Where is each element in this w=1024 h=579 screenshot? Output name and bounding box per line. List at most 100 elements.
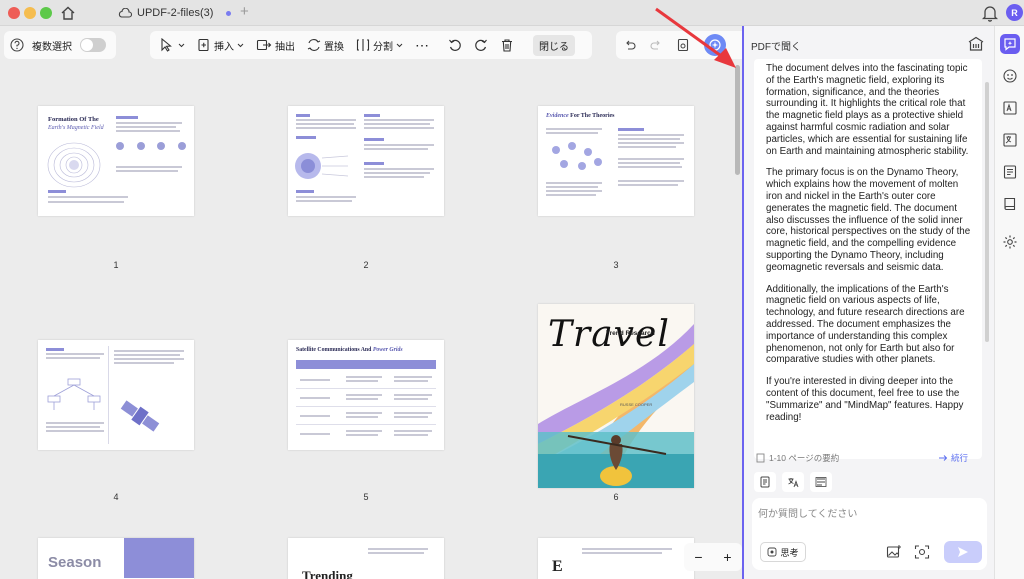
chevron-down-icon [237, 43, 244, 47]
extract-icon [256, 39, 272, 51]
explain-icon[interactable] [810, 472, 832, 492]
summarize-icon[interactable] [754, 472, 776, 492]
zoom-in-button[interactable]: + [723, 549, 731, 565]
page-settings-icon[interactable] [676, 38, 690, 52]
section-bar [296, 114, 310, 117]
page-thumbnail-7[interactable]: Season [38, 538, 194, 579]
unsaved-dot [226, 10, 232, 16]
page-thumbnail-8[interactable]: Trending [288, 538, 444, 579]
new-tab-button[interactable]: + [240, 3, 249, 20]
extract-button[interactable]: 抽出 [253, 38, 298, 53]
replace-label: 置換 [324, 41, 344, 53]
page-thumbnail-5[interactable]: Satellite Communications And Power Grids [288, 340, 444, 450]
text-line [618, 142, 684, 144]
page-thumbnail-9[interactable]: E [538, 538, 694, 579]
text-line [546, 182, 602, 184]
minimize-window-button[interactable] [24, 7, 36, 19]
rotate-right-icon[interactable] [471, 38, 491, 52]
page-8-title: Trending [302, 568, 353, 579]
text-line [364, 172, 430, 174]
think-mode-button[interactable]: 思考 [760, 542, 806, 562]
section-bar [48, 190, 66, 193]
help-icon[interactable] [10, 38, 24, 52]
table-row [296, 426, 436, 443]
section-bar [618, 128, 644, 131]
zoom-out-button[interactable]: − [694, 549, 702, 565]
redo-icon[interactable] [650, 39, 662, 51]
page-thumbnail-4[interactable] [38, 340, 194, 450]
maximize-window-button[interactable] [40, 7, 52, 19]
library-icon[interactable] [967, 35, 985, 53]
cursor-icon [161, 38, 172, 52]
page-thumbnail-2[interactable] [288, 106, 444, 216]
text-line [114, 350, 184, 352]
ai-chat-icon[interactable] [1000, 34, 1020, 54]
text-line [546, 194, 596, 196]
rotate-left-icon[interactable] [445, 38, 465, 52]
page-thumbnail-3[interactable]: Evidence For The Theories [538, 106, 694, 216]
text-line [296, 200, 352, 202]
close-window-button[interactable] [8, 7, 20, 19]
text-line [116, 122, 182, 124]
text-line [618, 146, 676, 148]
page-thumbnails-area: Formation Of The Earth's Magnetic Field … [0, 64, 732, 579]
thumbnails-scrollbar[interactable] [735, 65, 740, 175]
bell-icon[interactable] [982, 4, 998, 22]
home-icon[interactable] [58, 3, 78, 23]
text-line [618, 138, 680, 140]
text-line [546, 190, 602, 192]
table-header [296, 360, 436, 369]
select-tool-button[interactable] [156, 38, 188, 52]
text-line [546, 128, 602, 130]
summary-label-group: 1-10 ページの要約 [756, 451, 839, 465]
multi-select-toggle[interactable] [80, 38, 106, 52]
section-bar [296, 190, 314, 193]
table-row [296, 408, 436, 425]
trash-icon[interactable] [497, 38, 517, 52]
book-icon[interactable] [1000, 194, 1020, 214]
bot-icon[interactable] [1000, 66, 1020, 86]
text-line [114, 362, 174, 364]
text-line [116, 130, 180, 132]
undo-icon[interactable] [624, 39, 636, 51]
text-line [582, 552, 662, 554]
text-line [114, 354, 180, 356]
text-line [618, 158, 684, 160]
translate-icon[interactable] [782, 472, 804, 492]
extract-label: 抽出 [275, 41, 295, 53]
table-row [296, 372, 436, 389]
ocr-icon[interactable] [1000, 98, 1020, 118]
ai-assistant-button[interactable] [704, 34, 726, 56]
page-9-title: E [552, 558, 563, 575]
insert-button[interactable]: 挿入 [194, 38, 247, 53]
history-group [616, 31, 742, 59]
close-button[interactable]: 閉じる [533, 34, 575, 56]
replace-button[interactable]: 置換 [304, 38, 347, 53]
screenshot-icon[interactable] [914, 544, 930, 560]
avatar[interactable]: R [1006, 4, 1023, 21]
text-line [296, 119, 356, 121]
split-button[interactable]: 分割 [353, 38, 406, 53]
gear-icon[interactable] [1000, 232, 1020, 252]
text-line [368, 548, 428, 550]
text-line [618, 166, 682, 168]
page-1-title: Formation Of The [48, 116, 99, 123]
ai-sparkle-icon [709, 39, 721, 51]
send-button[interactable] [944, 541, 982, 563]
notes-icon[interactable] [1000, 162, 1020, 182]
image-upload-icon[interactable] [886, 544, 902, 560]
text-line [618, 180, 684, 182]
text-line [296, 123, 354, 125]
continue-button[interactable]: 続行 [938, 451, 968, 465]
section-bar [46, 348, 64, 351]
document-tab[interactable]: UPDF-2-files(3) [112, 2, 252, 24]
panel-scrollbar[interactable] [985, 82, 989, 342]
more-options-icon[interactable]: ⋯ [412, 37, 433, 54]
page-3-title: Evidence For The Theories [546, 113, 615, 119]
page-number-3: 3 [613, 260, 619, 270]
chat-input[interactable]: 何か質問してください [758, 505, 857, 520]
send-icon [958, 547, 968, 557]
translate-icon[interactable] [1000, 130, 1020, 150]
page-thumbnail-6[interactable]: Travel Trend Research RUSSE COOPER [538, 304, 694, 488]
page-thumbnail-1[interactable]: Formation Of The Earth's Magnetic Field [38, 106, 194, 216]
